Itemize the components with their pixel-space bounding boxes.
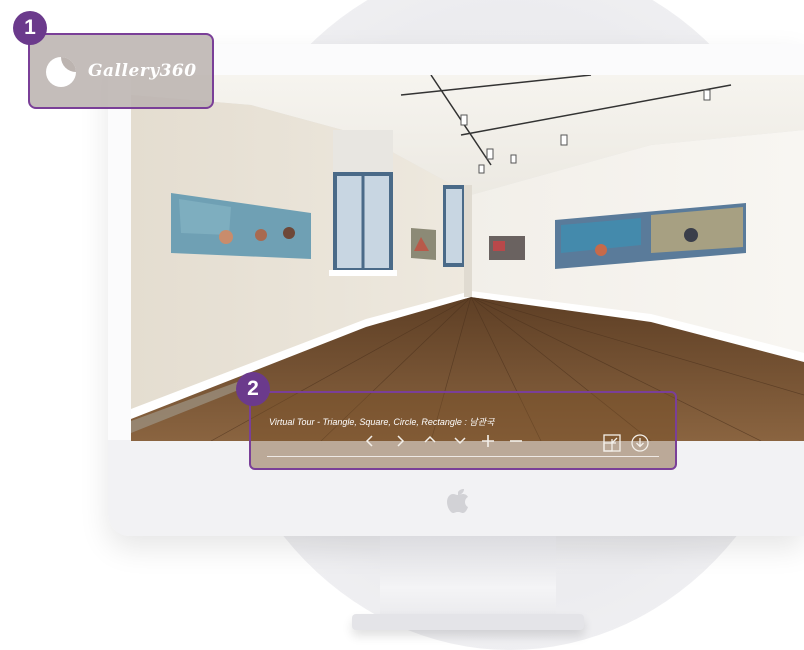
previous-button[interactable] bbox=[359, 431, 381, 453]
callout-number-1: 1 bbox=[13, 11, 47, 45]
brand-name: Gallery360 bbox=[88, 61, 197, 81]
look-down-button[interactable] bbox=[449, 431, 471, 453]
tour-control-bar: Virtual Tour - Triangle, Square, Circle,… bbox=[249, 391, 677, 470]
chevron-down-icon bbox=[454, 437, 466, 445]
plus-icon bbox=[482, 435, 494, 447]
monitor-stand-neck bbox=[380, 536, 556, 622]
zoom-in-button[interactable] bbox=[477, 431, 499, 453]
chevron-left-icon bbox=[365, 435, 373, 447]
brand-callout: Gallery360 bbox=[28, 33, 214, 109]
gallery-room-scene bbox=[131, 75, 804, 441]
monitor-stand-foot bbox=[352, 614, 584, 630]
panorama-viewer[interactable] bbox=[131, 75, 804, 441]
download-button[interactable] bbox=[629, 431, 651, 453]
chevron-up-icon bbox=[424, 435, 436, 443]
fullscreen-button[interactable] bbox=[601, 431, 623, 453]
callout-number-2: 2 bbox=[236, 372, 270, 406]
minus-icon bbox=[510, 440, 522, 442]
tour-title: Virtual Tour - Triangle, Square, Circle,… bbox=[269, 417, 495, 427]
next-button[interactable] bbox=[389, 431, 411, 453]
chevron-right-icon bbox=[397, 435, 405, 447]
gallery360-logo-icon bbox=[46, 57, 76, 87]
download-circle-icon bbox=[631, 434, 649, 452]
look-up-button[interactable] bbox=[419, 431, 441, 453]
zoom-out-button[interactable] bbox=[505, 431, 527, 453]
fullscreen-exit-icon bbox=[603, 434, 621, 452]
tour-progress-divider bbox=[267, 456, 659, 457]
apple-logo-icon bbox=[447, 489, 468, 513]
